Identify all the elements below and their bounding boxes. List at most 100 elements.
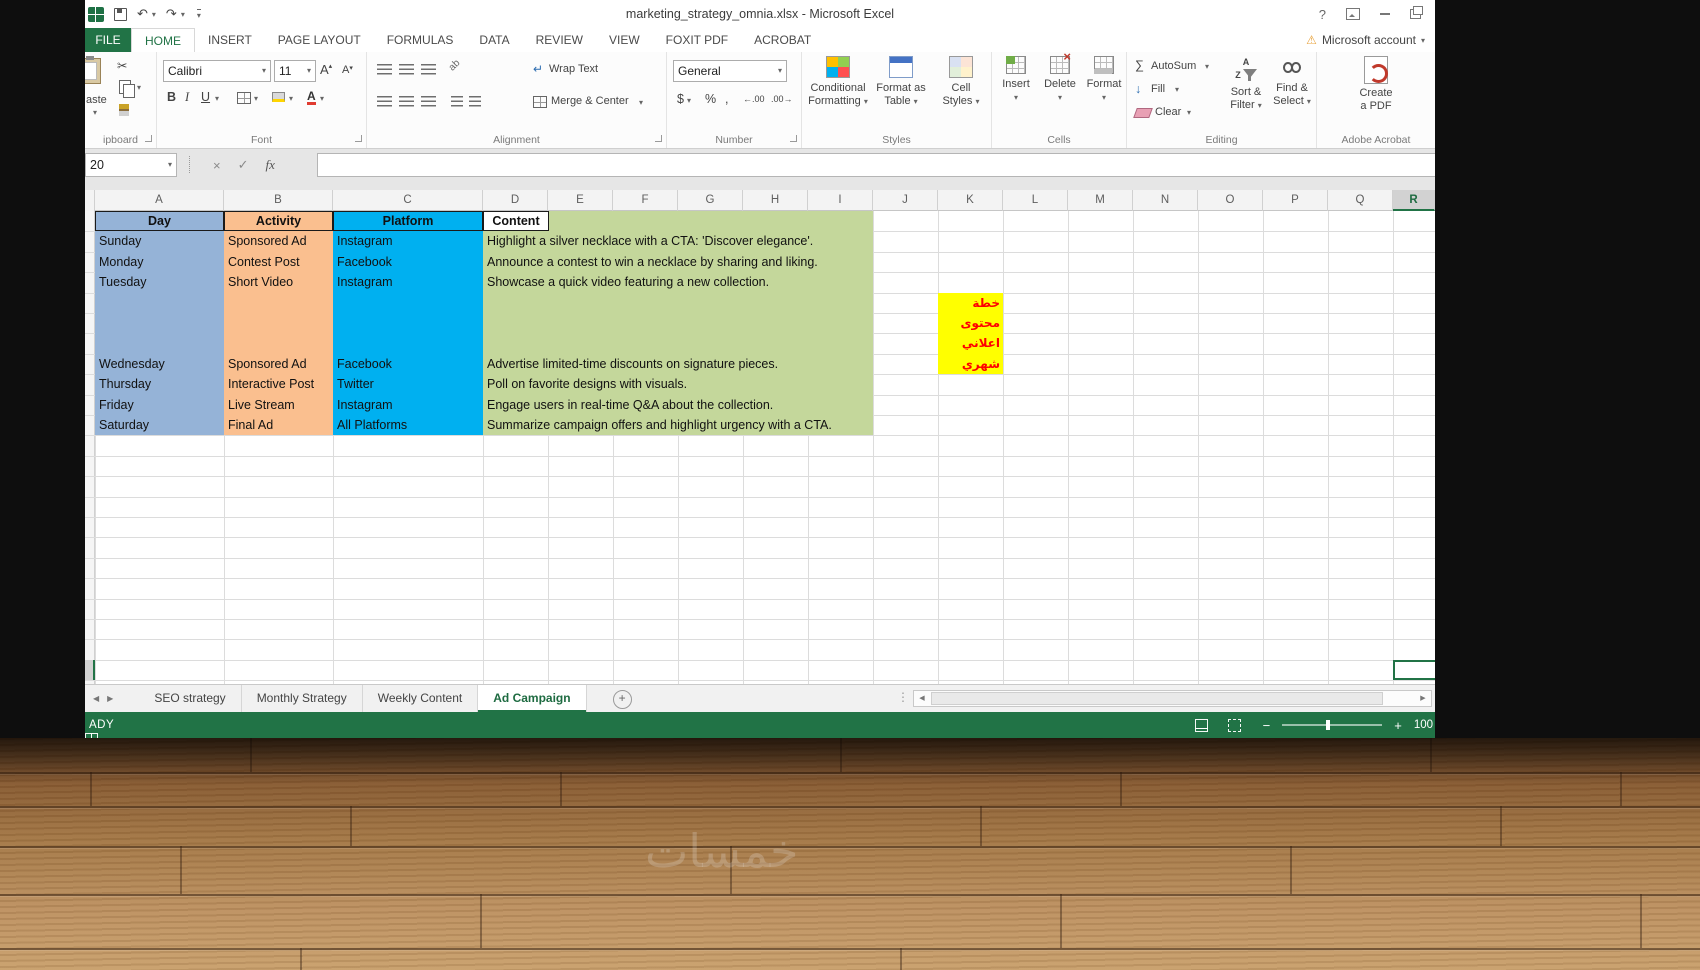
- column-header-G[interactable]: G: [678, 190, 743, 211]
- format-cells-button[interactable]: Format ▾: [1084, 56, 1124, 104]
- font-name-combo[interactable]: Calibri ▾: [163, 60, 271, 82]
- orientation-icon[interactable]: ab: [447, 58, 463, 74]
- cell-content[interactable]: Advertise limited-time discounts on sign…: [483, 354, 871, 374]
- decrease-decimal-icon[interactable]: .00→: [771, 94, 793, 104]
- paste-dropdown-icon[interactable]: ▾: [93, 108, 97, 117]
- sheet-nav-next-icon[interactable]: ▶: [107, 685, 121, 712]
- cell-day[interactable]: Sunday: [95, 231, 224, 251]
- table-header-activity[interactable]: Activity: [224, 211, 333, 232]
- cell-day[interactable]: Thursday: [95, 374, 224, 394]
- redo-dropdown-icon[interactable]: ▾: [181, 10, 185, 19]
- cancel-icon[interactable]: ×: [213, 158, 221, 173]
- conditional-formatting-button[interactable]: Conditional Formatting ▾: [806, 56, 870, 108]
- cell-activity[interactable]: Final Ad: [224, 415, 333, 435]
- italic-button[interactable]: I: [185, 90, 189, 105]
- customize-qat-icon[interactable]: ▾: [196, 8, 201, 20]
- paste-label[interactable]: aste: [86, 94, 107, 106]
- zoom-level-label[interactable]: 100: [1414, 719, 1433, 731]
- undo-dropdown-icon[interactable]: ▾: [152, 10, 156, 19]
- comma-style-button[interactable]: ,: [725, 92, 728, 106]
- find-select-button[interactable]: Find & Select ▾: [1269, 56, 1315, 108]
- wrap-text-button[interactable]: Wrap Text: [549, 63, 598, 75]
- enter-icon[interactable]: ✓: [238, 157, 249, 173]
- align-right-icon[interactable]: [421, 96, 436, 107]
- accounting-dropdown-icon[interactable]: ▾: [687, 96, 691, 105]
- sheet-nav-prev-icon[interactable]: ◀: [85, 685, 107, 712]
- name-box[interactable]: 20 ▾: [85, 153, 177, 177]
- create-pdf-button[interactable]: Create a PDF: [1345, 56, 1407, 113]
- column-header-N[interactable]: N: [1133, 190, 1198, 211]
- ribbon-display-options-icon[interactable]: [1346, 8, 1360, 20]
- ribbon-tab-home[interactable]: HOME: [131, 28, 195, 52]
- cell-content[interactable]: Highlight a silver necklace with a CTA: …: [483, 231, 871, 251]
- cell-platform[interactable]: Facebook: [333, 354, 483, 374]
- shrink-font-icon[interactable]: A▾: [342, 64, 353, 76]
- align-bottom-icon[interactable]: [421, 64, 436, 75]
- align-center-icon[interactable]: [399, 96, 414, 107]
- merge-center-button[interactable]: Merge & Center: [551, 95, 629, 107]
- font-size-combo[interactable]: 11 ▾: [274, 60, 316, 82]
- column-header-J[interactable]: J: [873, 190, 938, 211]
- underline-dropdown-icon[interactable]: ▾: [215, 94, 219, 103]
- column-header-K[interactable]: K: [938, 190, 1003, 211]
- scroll-right-icon[interactable]: ▶: [1415, 691, 1431, 706]
- font-dialog-launcher-icon[interactable]: [355, 135, 362, 142]
- cell-platform[interactable]: Instagram: [333, 272, 483, 292]
- zoom-out-icon[interactable]: −: [1263, 718, 1271, 733]
- ribbon-tab-foxit-pdf[interactable]: FOXIT PDF: [653, 28, 741, 52]
- format-painter-icon[interactable]: [119, 104, 129, 116]
- cell-content[interactable]: Showcase a quick video featuring a new c…: [483, 272, 871, 292]
- page-layout-view-icon[interactable]: [1194, 718, 1208, 732]
- sheet-tab-monthly-strategy[interactable]: Monthly Strategy: [242, 685, 363, 712]
- cell-activity[interactable]: Short Video: [224, 272, 333, 292]
- account-area[interactable]: ⚠ Microsoft account ▾: [1298, 28, 1425, 52]
- align-left-icon[interactable]: [377, 96, 392, 107]
- autosum-button[interactable]: AutoSum: [1151, 60, 1196, 72]
- cell-content[interactable]: Poll on favorite designs with visuals.: [483, 374, 871, 394]
- insert-function-icon[interactable]: fx: [266, 157, 275, 173]
- save-icon[interactable]: [114, 7, 127, 21]
- sheet-tab-seo-strategy[interactable]: SEO strategy: [139, 685, 242, 712]
- cell-grid[interactable]: Day Activity Platform Content Sunday Sponsor…: [85, 211, 1435, 684]
- cell-day[interactable]: Tuesday: [95, 272, 224, 292]
- column-header-P[interactable]: P: [1263, 190, 1328, 211]
- new-sheet-button[interactable]: +: [612, 690, 632, 709]
- clipboard-dialog-launcher-icon[interactable]: [145, 135, 152, 142]
- zoom-slider[interactable]: [1282, 720, 1383, 730]
- name-box-dropdown-icon[interactable]: ▾: [168, 154, 172, 176]
- cell-day[interactable]: Wednesday: [95, 354, 224, 374]
- borders-dropdown-icon[interactable]: ▾: [254, 94, 258, 103]
- cell-platform[interactable]: Instagram: [333, 231, 483, 251]
- paste-button[interactable]: [85, 56, 101, 84]
- clear-dropdown-icon[interactable]: ▾: [1187, 108, 1191, 117]
- copy-icon[interactable]: [119, 80, 135, 98]
- scroll-left-icon[interactable]: ◀: [914, 691, 930, 706]
- cell-content[interactable]: Engage users in real-time Q&A about the …: [483, 395, 871, 415]
- cell-content[interactable]: Announce a contest to win a necklace by …: [483, 252, 871, 272]
- cell-activity[interactable]: Live Stream: [224, 395, 333, 415]
- align-top-icon[interactable]: [377, 64, 392, 75]
- bold-button[interactable]: B: [167, 90, 176, 104]
- number-dialog-launcher-icon[interactable]: [790, 135, 797, 142]
- scrollbar-thumb[interactable]: [931, 692, 1383, 705]
- cell-activity[interactable]: Sponsored Ad: [224, 354, 333, 374]
- column-header-C[interactable]: C: [333, 190, 483, 211]
- column-header-D[interactable]: D: [483, 190, 548, 211]
- font-color-icon[interactable]: A: [307, 90, 316, 105]
- column-header-B[interactable]: B: [224, 190, 333, 211]
- note-cell[interactable]: خطة محتوى اعلاني شهري: [938, 292, 1003, 375]
- cell-platform[interactable]: All Platforms: [333, 415, 483, 435]
- alignment-dialog-launcher-icon[interactable]: [655, 135, 662, 142]
- cell-activity[interactable]: Interactive Post: [224, 374, 333, 394]
- cell-day[interactable]: Monday: [95, 252, 224, 272]
- column-header-E[interactable]: E: [548, 190, 613, 211]
- font-color-dropdown-icon[interactable]: ▾: [320, 94, 324, 103]
- cell-day[interactable]: Friday: [95, 395, 224, 415]
- cell-platform[interactable]: Facebook: [333, 252, 483, 272]
- increase-indent-icon[interactable]: [469, 96, 481, 107]
- cell-activity[interactable]: Contest Post: [224, 252, 333, 272]
- ribbon-tab-review[interactable]: REVIEW: [523, 28, 596, 52]
- fill-color-dropdown-icon[interactable]: ▾: [289, 94, 293, 103]
- ribbon-tab-page-layout[interactable]: PAGE LAYOUT: [265, 28, 374, 52]
- cell-styles-button[interactable]: Cell Styles ▾: [934, 56, 988, 108]
